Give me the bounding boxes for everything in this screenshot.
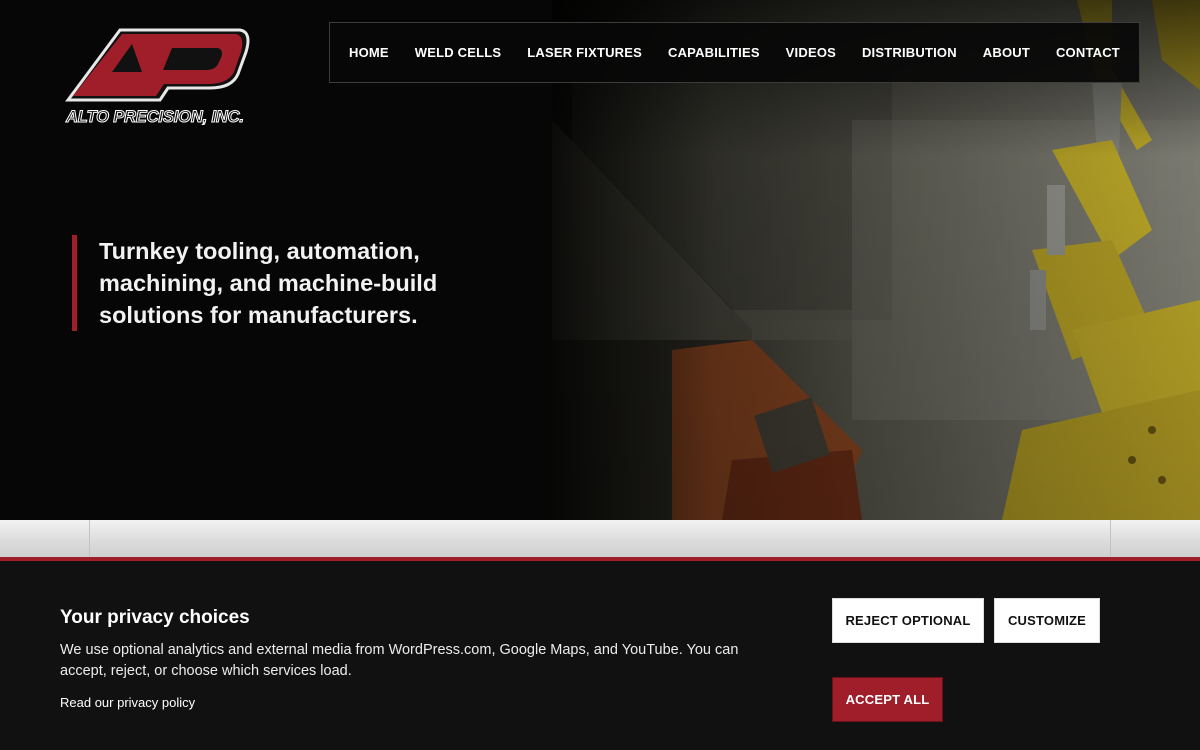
privacy-title: Your privacy choices (60, 607, 250, 628)
accept-all-button[interactable]: ACCEPT ALL (832, 677, 943, 722)
hero-section: ALTO PRECISION, INC. HOME WELD CELLS LAS… (0, 0, 1200, 520)
section-divider-strip (0, 520, 1200, 558)
customize-button[interactable]: CUSTOMIZE (994, 598, 1100, 643)
nav-weld-cells[interactable]: WELD CELLS (415, 45, 502, 60)
nav-about[interactable]: ABOUT (983, 45, 1030, 60)
nav-contact[interactable]: CONTACT (1056, 45, 1120, 60)
strip-divider-right (1110, 520, 1111, 558)
nav-videos[interactable]: VIDEOS (786, 45, 836, 60)
privacy-consent-banner: Your privacy choices We use optional ana… (0, 557, 1200, 750)
reject-optional-button[interactable]: REJECT OPTIONAL (832, 598, 984, 643)
strip-divider-left (89, 520, 90, 558)
nav-laser-fixtures[interactable]: LASER FIXTURES (527, 45, 642, 60)
privacy-policy-link[interactable]: Read our privacy policy (60, 695, 195, 710)
hero-tagline: Turnkey tooling, automation, machining, … (72, 235, 472, 331)
nav-capabilities[interactable]: CAPABILITIES (668, 45, 760, 60)
privacy-description: We use optional analytics and external m… (60, 642, 739, 679)
alto-precision-logo[interactable]: ALTO PRECISION, INC. (60, 22, 250, 128)
nav-home[interactable]: HOME (349, 45, 389, 60)
hero-tagline-text: Turnkey tooling, automation, machining, … (99, 238, 438, 328)
nav-distribution[interactable]: DISTRIBUTION (862, 45, 957, 60)
svg-text:ALTO PRECISION, INC.: ALTO PRECISION, INC. (65, 108, 244, 126)
main-navigation: HOME WELD CELLS LASER FIXTURES CAPABILIT… (329, 22, 1140, 83)
